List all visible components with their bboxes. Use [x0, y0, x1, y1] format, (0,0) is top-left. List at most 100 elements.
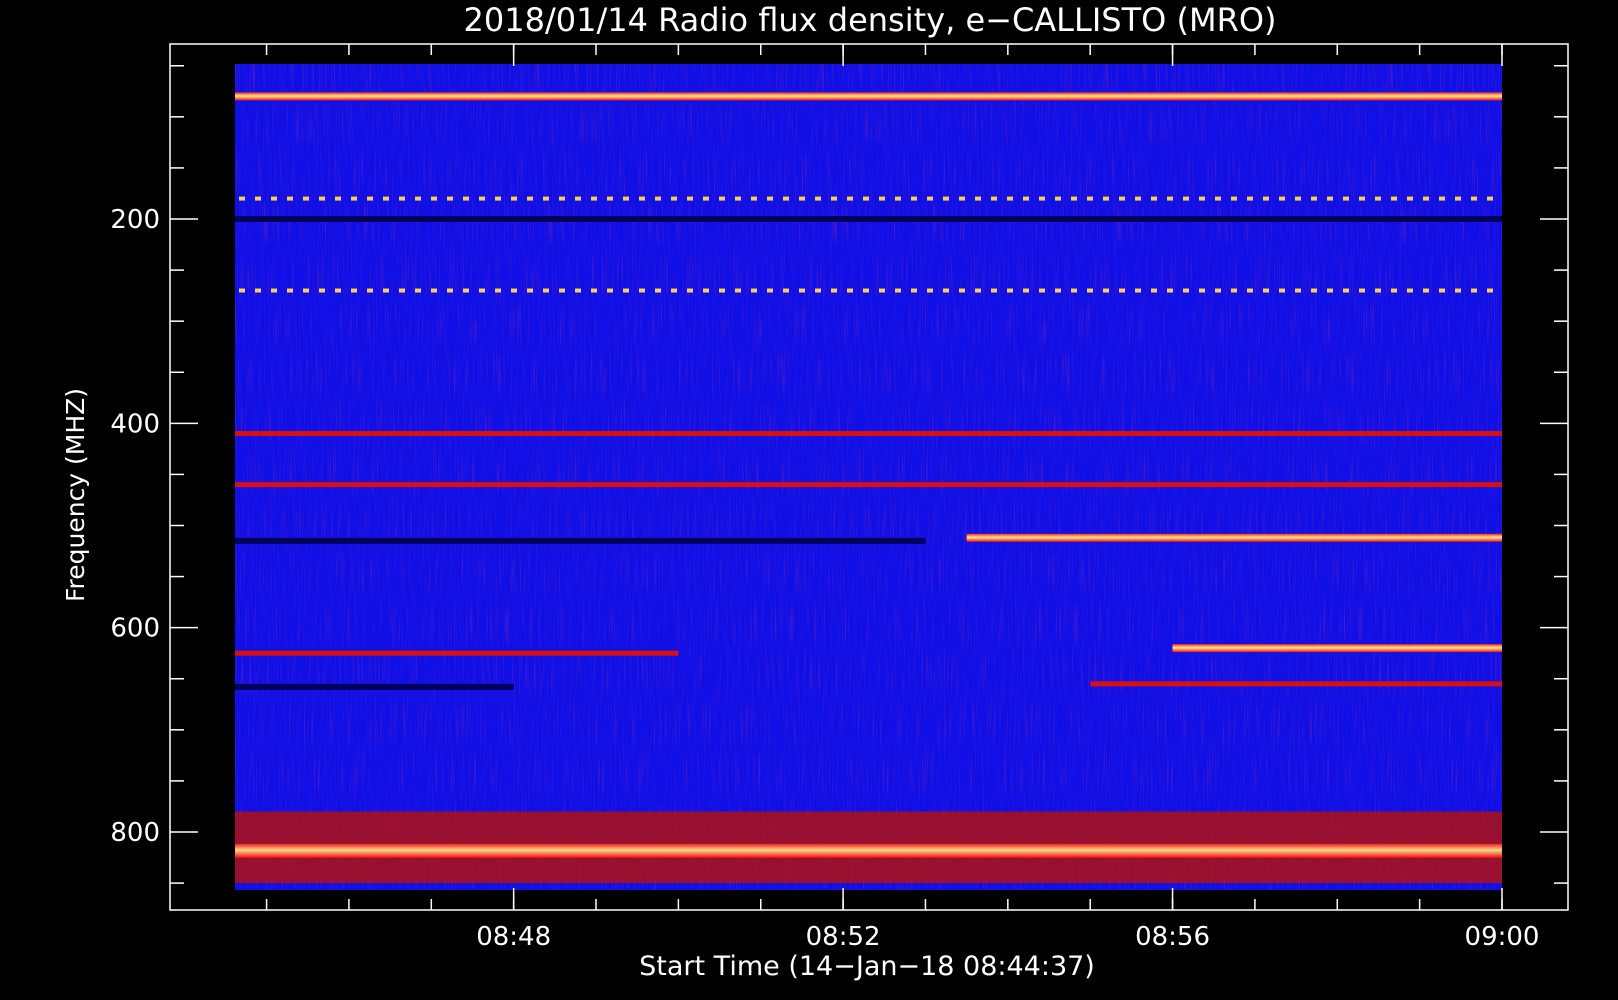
feature-dot [447, 196, 453, 201]
feature-dot [1375, 288, 1381, 293]
feature-dot [1407, 196, 1413, 201]
feature-dot [1359, 196, 1365, 201]
feature-dot [255, 196, 261, 201]
feature-dot [943, 288, 949, 293]
feature-dot [1247, 196, 1253, 201]
feature-dot [527, 288, 533, 293]
feature-band [966, 533, 1502, 542]
feature-dot [975, 288, 981, 293]
feature-band [235, 537, 926, 544]
feature-dot [1199, 196, 1205, 201]
feature-dot [735, 288, 741, 293]
y-axis-label: Frequency (MHZ) [61, 388, 90, 602]
feature-dot [303, 196, 309, 201]
x-axis-label: Start Time (14−Jan−18 08:44:37) [639, 951, 1095, 982]
feature-dot [351, 288, 357, 293]
feature-dot [895, 196, 901, 201]
feature-dot [1151, 196, 1157, 201]
feature-dot [431, 196, 437, 201]
feature-dot [431, 288, 437, 293]
feature-dot [767, 196, 773, 201]
feature-dot [975, 196, 981, 201]
chart-title: 2018/01/14 Radio flux density, e−CALLIST… [464, 1, 1277, 39]
feature-dot [1007, 288, 1013, 293]
feature-dot [1055, 288, 1061, 293]
feature-dot [1423, 196, 1429, 201]
feature-dot [1215, 288, 1221, 293]
feature-dot [575, 288, 581, 293]
feature-dot [1391, 196, 1397, 201]
spectrogram-chart: 2018/01/14 Radio flux density, e−CALLIST… [0, 0, 1618, 1000]
feature-dot [479, 288, 485, 293]
feature-dot [719, 196, 725, 201]
feature-dot [687, 288, 693, 293]
feature-dot [1135, 196, 1141, 201]
feature-dot [655, 196, 661, 201]
feature-dot [1103, 288, 1109, 293]
feature-dot [303, 288, 309, 293]
feature-dot [1487, 288, 1493, 293]
feature-dot [399, 196, 405, 201]
feature-dot [399, 288, 405, 293]
feature-dot [271, 288, 277, 293]
feature-dot [1183, 196, 1189, 201]
spectrogram-heatmap [235, 64, 1502, 890]
feature-dot [1471, 196, 1477, 201]
feature-dot [687, 196, 693, 201]
x-tick-label: 08:52 [806, 922, 881, 952]
feature-dot [1071, 288, 1077, 293]
feature-band [1172, 644, 1502, 653]
feature-dot [1311, 288, 1317, 293]
feature-band [235, 216, 1502, 222]
feature-dot [527, 196, 533, 201]
feature-dot [1023, 196, 1029, 201]
feature-dot [1167, 288, 1173, 293]
feature-dot [831, 288, 837, 293]
feature-dot [671, 196, 677, 201]
feature-dot [239, 196, 245, 201]
feature-band [235, 843, 1502, 858]
feature-dot [1295, 196, 1301, 201]
feature-dot [1327, 288, 1333, 293]
feature-dot [1199, 288, 1205, 293]
feature-dot [447, 288, 453, 293]
y-tick-label: 200 [110, 205, 160, 235]
feature-dot [927, 196, 933, 201]
feature-dot [1391, 288, 1397, 293]
feature-dot [1135, 288, 1141, 293]
feature-dot [959, 196, 965, 201]
feature-band [235, 431, 1502, 437]
heatmap-noise [235, 64, 1502, 890]
feature-dot [1343, 288, 1349, 293]
feature-dot [815, 288, 821, 293]
feature-dot [255, 288, 261, 293]
feature-dot [1311, 196, 1317, 201]
feature-dot [767, 288, 773, 293]
feature-dot [831, 196, 837, 201]
feature-dot [671, 288, 677, 293]
feature-dot [1423, 288, 1429, 293]
feature-band [235, 650, 679, 656]
feature-dot [1087, 288, 1093, 293]
feature-dot [1055, 196, 1061, 201]
feature-dot [639, 196, 645, 201]
feature-dot [1455, 196, 1461, 201]
feature-dot [991, 288, 997, 293]
feature-band [235, 92, 1502, 101]
feature-dot [575, 196, 581, 201]
feature-dot [783, 288, 789, 293]
feature-dot [591, 196, 597, 201]
feature-dot [783, 196, 789, 201]
feature-dot [1119, 288, 1125, 293]
feature-dot [1359, 288, 1365, 293]
feature-dot [463, 196, 469, 201]
feature-dot [863, 196, 869, 201]
feature-dot [1439, 196, 1445, 201]
feature-dot [1455, 288, 1461, 293]
feature-dot [239, 288, 245, 293]
feature-dot [1183, 288, 1189, 293]
feature-dot [1487, 196, 1493, 201]
feature-dot [1039, 196, 1045, 201]
feature-dot [543, 288, 549, 293]
feature-dot [623, 288, 629, 293]
